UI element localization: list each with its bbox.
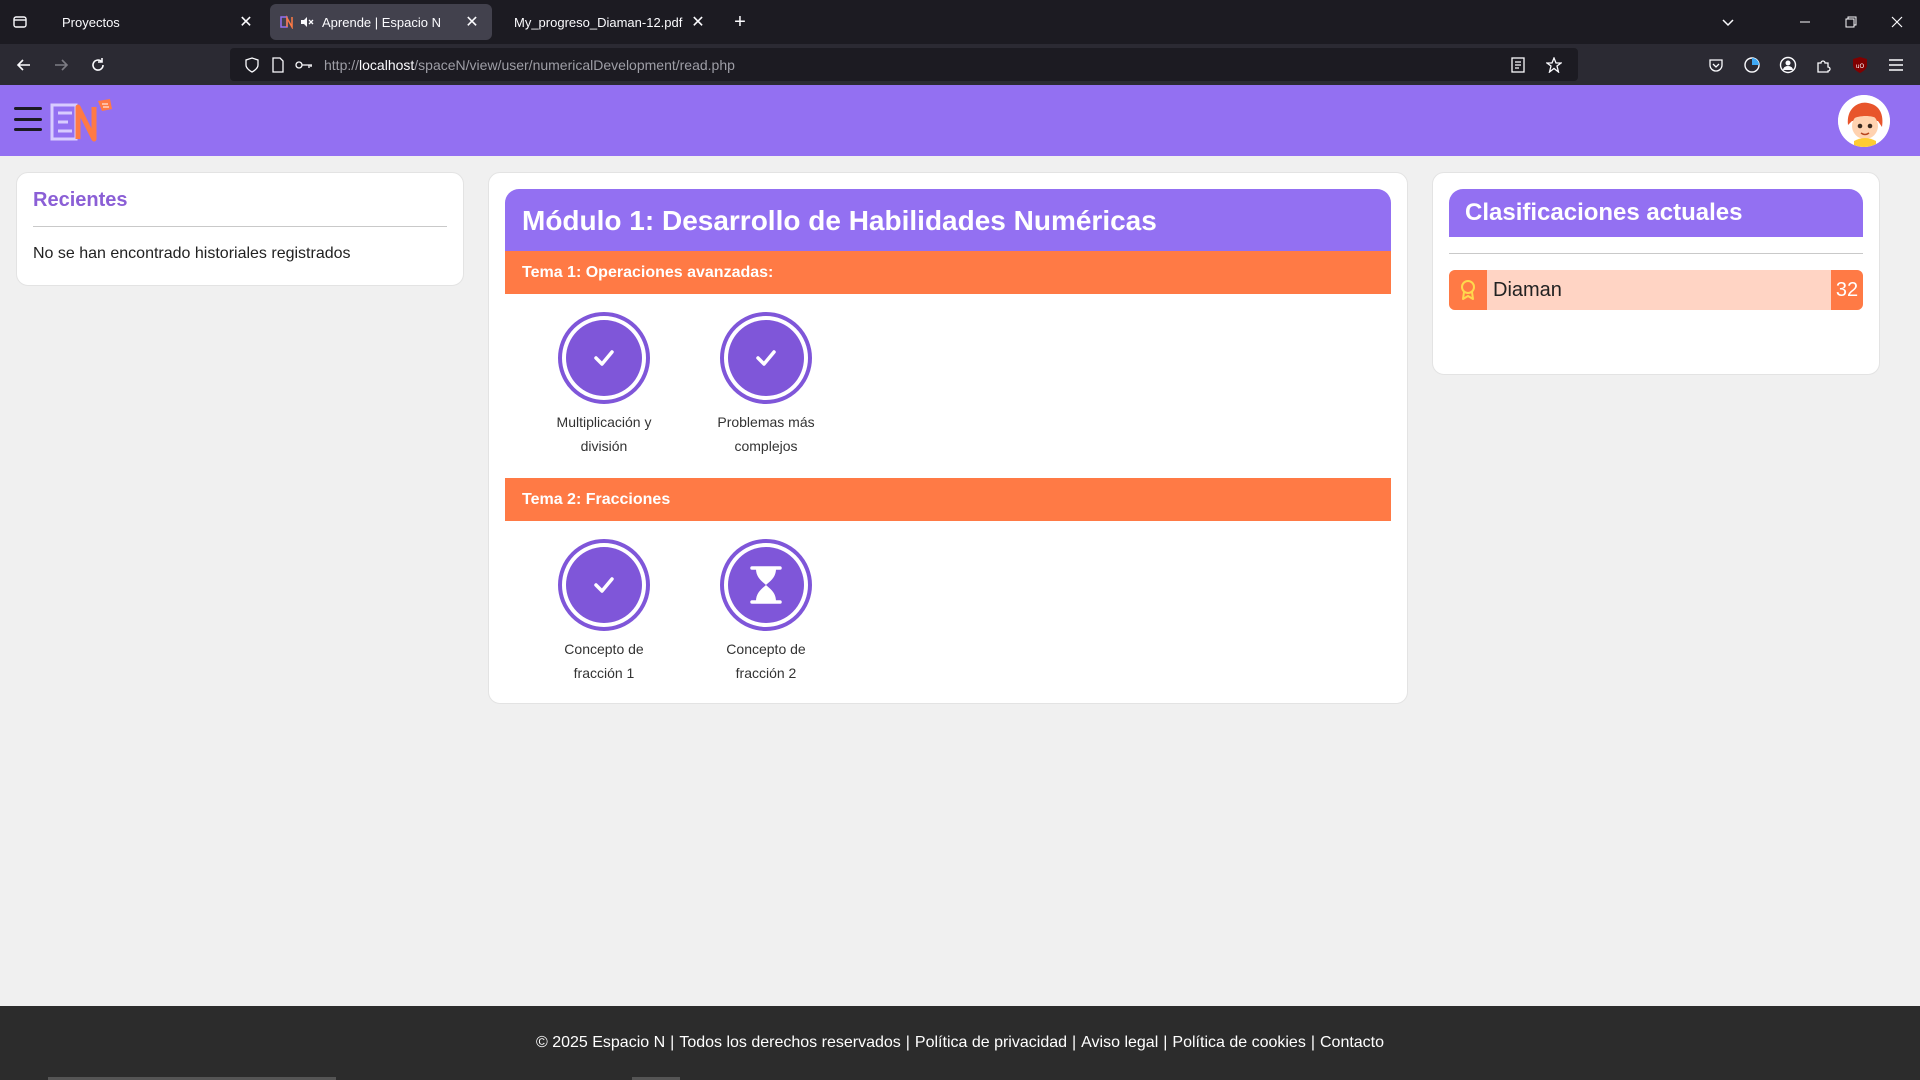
account-icon[interactable] xyxy=(1774,51,1802,79)
pocket-icon[interactable] xyxy=(1702,51,1730,79)
lesson-label-line: división xyxy=(580,438,628,454)
tab-title: My_progreso_Diaman-12.pdf xyxy=(514,14,683,30)
bookmark-star-icon[interactable] xyxy=(1542,53,1566,77)
browser-tab-bar: Proyectos ✕ Aprende | Espacio N ✕ My_pro… xyxy=(0,0,1920,44)
toolbar-icons: uO xyxy=(1702,48,1910,81)
timer-extension-icon[interactable] xyxy=(1738,51,1766,79)
lesson-status-badge[interactable] xyxy=(720,539,812,631)
close-window-icon[interactable] xyxy=(1874,0,1920,44)
key-icon[interactable] xyxy=(292,53,316,77)
ranking-count: 32 xyxy=(1831,270,1863,310)
lesson-item-fraccion-1[interactable]: Concepto de fracción 1 xyxy=(539,539,669,697)
theme-header: Tema 2: Fracciones xyxy=(505,478,1391,521)
browser-tab-aprende[interactable]: Aprende | Espacio N ✕ xyxy=(270,4,492,40)
theme-header: Tema 1: Operaciones avanzadas: xyxy=(505,251,1391,294)
ublock-icon[interactable]: uO xyxy=(1846,51,1874,79)
restore-icon[interactable] xyxy=(1828,0,1874,44)
classifications-card: Clasificaciones actuales Diaman 32 xyxy=(1432,172,1880,375)
new-tab-button[interactable]: + xyxy=(724,6,756,38)
tab-title: Aprende | Espacio N xyxy=(322,14,441,30)
recent-title: Recientes xyxy=(33,189,447,227)
lesson-label-line: fracción 2 xyxy=(735,665,797,681)
lesson-label-line: Multiplicación y xyxy=(556,414,652,430)
forward-arrow-icon[interactable] xyxy=(43,49,79,81)
recent-history-card: Recientes No se han encontrado historial… xyxy=(16,172,464,286)
footer-rights: Todos los derechos reservados xyxy=(679,1034,901,1051)
reload-icon[interactable] xyxy=(80,49,116,81)
check-icon xyxy=(756,350,776,366)
back-arrow-icon[interactable] xyxy=(6,49,42,81)
lesson-label-line: Concepto de xyxy=(564,641,644,657)
app-menu-icon[interactable] xyxy=(1882,51,1910,79)
url-text: http://localhost/spaceN/view/user/numeri… xyxy=(324,57,735,73)
lesson-label-line: fracción 1 xyxy=(573,665,635,681)
footer-separator: | xyxy=(670,1034,675,1051)
module-title: Módulo 1: Desarrollo de Habilidades Numé… xyxy=(505,189,1391,251)
check-icon xyxy=(594,577,614,593)
lesson-item-fraccion-2[interactable]: Concepto de fracción 2 xyxy=(701,539,831,697)
site-footer: © 2025 Espacio N | Todos los derechos re… xyxy=(0,1006,1920,1080)
window-controls xyxy=(1782,0,1920,44)
check-icon xyxy=(594,350,614,366)
url-host: localhost xyxy=(359,56,415,73)
footer-cookies-link[interactable]: Política de cookies xyxy=(1172,1034,1305,1052)
muted-speaker-icon[interactable] xyxy=(300,15,314,29)
footer-separator: | xyxy=(905,1034,910,1051)
lesson-label-line: Concepto de xyxy=(726,641,806,657)
lesson-list: Concepto de fracción 1 Concepto de fracc… xyxy=(505,521,1391,697)
lesson-status-badge[interactable] xyxy=(720,312,812,404)
reader-view-icon[interactable] xyxy=(1506,53,1530,77)
close-tab-icon[interactable]: ✕ xyxy=(236,12,256,32)
recent-empty-message: No se han encontrado historiales registr… xyxy=(33,245,351,262)
url-prefix: http:// xyxy=(324,56,360,73)
ranking-name: Diaman xyxy=(1493,278,1562,301)
footer-copyright: © 2025 Espacio N xyxy=(535,1034,666,1051)
footer-separator: | xyxy=(1072,1034,1077,1051)
footer-separator: | xyxy=(1163,1034,1168,1051)
url-path: /spaceN/view/user/numericalDevelopment/r… xyxy=(414,56,735,73)
minimize-icon[interactable] xyxy=(1782,0,1828,44)
svg-text:uO: uO xyxy=(1856,63,1865,70)
browser-tab-pdf[interactable]: My_progreso_Diaman-12.pdf ✕ xyxy=(496,4,718,40)
user-avatar[interactable] xyxy=(1838,95,1890,147)
address-bar[interactable]: http://localhost/spaceN/view/user/numeri… xyxy=(230,48,1578,81)
divider xyxy=(1449,253,1863,254)
lesson-label: Concepto de fracción 1 xyxy=(564,637,643,685)
lesson-label: Multiplicación y división xyxy=(557,410,652,458)
page-info-icon[interactable] xyxy=(266,53,290,77)
close-tab-icon[interactable]: ✕ xyxy=(688,12,708,32)
tracking-shield-icon[interactable] xyxy=(240,53,264,77)
tab-overview-icon[interactable] xyxy=(0,0,40,44)
footer-contact-link[interactable]: Contacto xyxy=(1320,1034,1384,1052)
list-all-tabs-chevron-icon[interactable] xyxy=(1716,10,1740,34)
lesson-list: Multiplicación y división Problemas más … xyxy=(505,294,1391,470)
tab-title: Proyectos xyxy=(62,14,120,30)
lesson-status-badge[interactable] xyxy=(558,539,650,631)
espacio-n-logo[interactable] xyxy=(50,97,120,145)
site-favicon-icon xyxy=(280,15,293,29)
module-card: Módulo 1: Desarrollo de Habilidades Numé… xyxy=(488,172,1408,704)
site-header xyxy=(0,85,1920,156)
footer-legal-link[interactable]: Aviso legal xyxy=(1081,1034,1158,1052)
lesson-item-multiplicacion[interactable]: Multiplicación y división xyxy=(539,312,669,470)
close-tab-icon[interactable]: ✕ xyxy=(462,12,482,32)
lesson-label-line: Problemas más xyxy=(717,414,815,430)
lesson-label: Problemas más complejos xyxy=(717,410,814,458)
extensions-puzzle-icon[interactable] xyxy=(1810,51,1838,79)
lesson-status-badge[interactable] xyxy=(558,312,650,404)
browser-nav-bar: http://localhost/spaceN/view/user/numeri… xyxy=(0,44,1920,85)
lesson-label: Concepto de fracción 2 xyxy=(726,637,805,685)
classifications-title: Clasificaciones actuales xyxy=(1449,189,1863,237)
browser-tab-proyectos[interactable]: Proyectos ✕ xyxy=(44,4,266,40)
hamburger-menu-icon[interactable] xyxy=(14,107,42,131)
lesson-item-problemas[interactable]: Problemas más complejos xyxy=(701,312,831,470)
medal-icon xyxy=(1449,270,1487,310)
footer-separator: | xyxy=(1310,1034,1315,1051)
footer-privacy-link[interactable]: Política de privacidad xyxy=(915,1034,1067,1052)
lesson-label-line: complejos xyxy=(734,438,798,454)
ranking-row[interactable]: Diaman 32 xyxy=(1449,270,1863,310)
hourglass-icon xyxy=(750,566,782,604)
